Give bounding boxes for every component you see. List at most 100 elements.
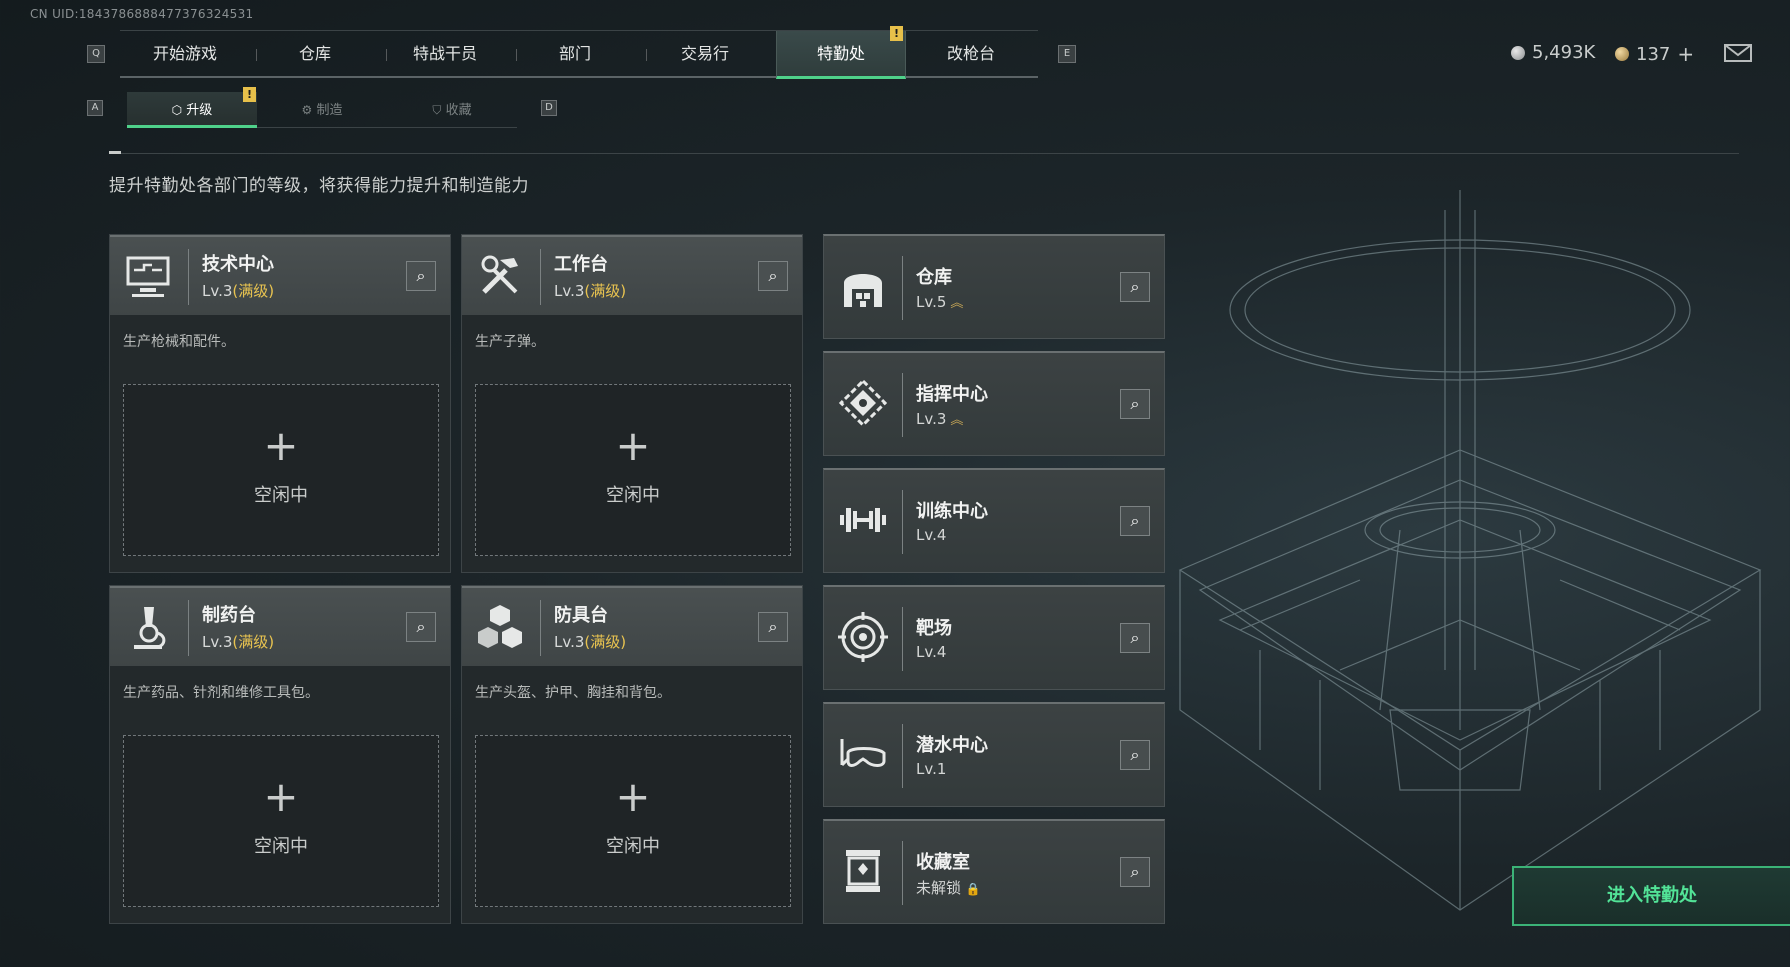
search-button[interactable]: ⌕ bbox=[1120, 506, 1150, 536]
level-max-note: (满级) bbox=[232, 633, 275, 651]
search-button[interactable]: ⌕ bbox=[1120, 740, 1150, 770]
collection-icon: ⛉ bbox=[432, 103, 442, 117]
production-slot[interactable]: + 空闲中 bbox=[475, 735, 791, 907]
card-level: Lv.3(满级) bbox=[202, 280, 274, 301]
header-divider bbox=[188, 249, 189, 305]
tab-operators[interactable]: 特战干员 bbox=[380, 31, 510, 77]
search-icon: ⌕ bbox=[1130, 394, 1140, 413]
microscope-icon bbox=[134, 607, 166, 649]
level-value: Lv.3 bbox=[554, 633, 585, 651]
sub-nav-bar: ⬡ 升级 ⚙ 制造 ⛉ 收藏 bbox=[127, 92, 517, 128]
facility-level: Lv.4 bbox=[916, 526, 947, 544]
gold-amount: 137 bbox=[1636, 43, 1671, 65]
search-button[interactable]: ⌕ bbox=[1120, 389, 1150, 419]
card-title: 技术中心 bbox=[202, 254, 274, 275]
tab-craft-label: 制造 bbox=[316, 103, 343, 118]
card-level: Lv.3(满级) bbox=[202, 631, 274, 652]
nav-next-key-hint[interactable]: E bbox=[1058, 45, 1076, 63]
facility-command-center[interactable]: 指挥中心 Lv.3 ︽ ⌕ bbox=[823, 351, 1165, 456]
production-slot[interactable]: + 空闲中 bbox=[475, 384, 791, 556]
search-icon: ⌕ bbox=[1130, 862, 1140, 881]
subnav-next-key-hint[interactable]: D bbox=[541, 100, 557, 116]
level-value: Lv.3 bbox=[554, 282, 585, 300]
tab-gunsmith[interactable]: 改枪台 bbox=[906, 31, 1036, 77]
header-divider bbox=[902, 841, 903, 905]
facility-level: Lv.1 bbox=[916, 760, 947, 778]
cubes-icon bbox=[478, 605, 522, 648]
add-icon: + bbox=[263, 772, 299, 821]
command-icon bbox=[838, 378, 888, 428]
facility-diving-center[interactable]: 潜水中心 Lv.1 ⌕ bbox=[823, 702, 1165, 807]
subnav-prev-key-hint[interactable]: A bbox=[87, 100, 103, 116]
silver-currency: 5,493K bbox=[1511, 42, 1595, 63]
tab-trading[interactable]: 交易行 bbox=[640, 31, 770, 77]
diving-mask-icon bbox=[840, 739, 886, 767]
facility-level: 未解锁 🔒 bbox=[916, 877, 981, 898]
enter-special-ops-button[interactable]: 进入特勤处 bbox=[1512, 866, 1790, 926]
special-ops-alert-badge: ! bbox=[890, 26, 903, 41]
production-card-pharmacy: 制药台 Lv.3(满级) ⌕ 生产药品、针剂和维修工具包。 + 空闲中 bbox=[109, 585, 451, 924]
card-header: 技术中心 Lv.3(满级) ⌕ bbox=[110, 235, 450, 315]
level-value: Lv.3 bbox=[202, 633, 233, 651]
facility-shooting-range[interactable]: 靶场 Lv.4 ⌕ bbox=[823, 585, 1165, 690]
upgrade-icon: ⬡ bbox=[171, 103, 183, 117]
tab-special-ops[interactable]: 特勤处 bbox=[776, 31, 906, 79]
nav-prev-key-hint[interactable]: Q bbox=[87, 45, 105, 63]
dumbbell-icon bbox=[840, 508, 886, 532]
locked-status: 未解锁 bbox=[916, 879, 962, 897]
upgrade-available-icon: ︽ bbox=[950, 413, 964, 428]
card-title: 防具台 bbox=[554, 605, 608, 626]
add-icon: + bbox=[615, 421, 651, 470]
facility-warehouse[interactable]: 仓库 Lv.5 ︽ ⌕ bbox=[823, 234, 1165, 339]
mail-icon[interactable] bbox=[1724, 44, 1752, 62]
search-icon: ⌕ bbox=[1130, 745, 1140, 764]
search-button[interactable]: ⌕ bbox=[1120, 272, 1150, 302]
card-description: 生产枪械和配件。 bbox=[123, 334, 235, 350]
search-icon: ⌕ bbox=[416, 266, 426, 285]
page-description: 提升特勤处各部门的等级，将获得能力提升和制造能力 bbox=[109, 176, 529, 196]
search-icon: ⌕ bbox=[1130, 511, 1140, 530]
search-button[interactable]: ⌕ bbox=[758, 612, 788, 642]
search-icon: ⌕ bbox=[1130, 277, 1140, 296]
search-icon: ⌕ bbox=[768, 617, 778, 636]
tab-upgrade-label: 升级 bbox=[186, 103, 213, 118]
facility-title: 指挥中心 bbox=[916, 384, 988, 405]
slot-status: 空闲中 bbox=[606, 485, 660, 506]
header-divider bbox=[902, 490, 903, 554]
header-divider bbox=[902, 256, 903, 320]
production-slot[interactable]: + 空闲中 bbox=[123, 384, 439, 556]
search-icon: ⌕ bbox=[768, 266, 778, 285]
production-card-workbench: 工作台 Lv.3(满级) ⌕ 生产子弹。 + 空闲中 bbox=[461, 234, 803, 573]
level-value: Lv.3 bbox=[202, 282, 233, 300]
search-icon: ⌕ bbox=[416, 617, 426, 636]
facility-collection-room[interactable]: 收藏室 未解锁 🔒 ⌕ bbox=[823, 819, 1165, 924]
lock-icon: 🔒 bbox=[965, 882, 981, 896]
production-slot[interactable]: + 空闲中 bbox=[123, 735, 439, 907]
silver-amount: 5,493K bbox=[1532, 42, 1596, 63]
computer-icon bbox=[126, 256, 170, 297]
tab-warehouse[interactable]: 仓库 bbox=[250, 31, 380, 77]
search-button[interactable]: ⌕ bbox=[758, 261, 788, 291]
search-button[interactable]: ⌕ bbox=[1120, 623, 1150, 653]
tab-upgrade[interactable]: ⬡ 升级 bbox=[127, 92, 257, 128]
slot-status: 空闲中 bbox=[606, 836, 660, 857]
facility-training-center[interactable]: 训练中心 Lv.4 ⌕ bbox=[823, 468, 1165, 573]
player-uid: CN UID:1843786888477376324531 bbox=[30, 7, 254, 21]
level-max-note: (满级) bbox=[584, 633, 627, 651]
card-header: 工作台 Lv.3(满级) ⌕ bbox=[462, 235, 802, 315]
gold-add-button[interactable]: + bbox=[1677, 42, 1694, 66]
tab-department[interactable]: 部门 bbox=[510, 31, 640, 77]
card-level: Lv.3(满级) bbox=[554, 280, 626, 301]
tab-craft[interactable]: ⚙ 制造 bbox=[257, 92, 387, 128]
tab-collection[interactable]: ⛉ 收藏 bbox=[387, 92, 517, 128]
facility-title: 靶场 bbox=[916, 618, 952, 639]
header-divider bbox=[540, 600, 541, 656]
tab-start-game[interactable]: 开始游戏 bbox=[120, 31, 250, 77]
tools-icon bbox=[481, 255, 518, 294]
search-button[interactable]: ⌕ bbox=[406, 261, 436, 291]
search-button[interactable]: ⌕ bbox=[406, 612, 436, 642]
search-button[interactable]: ⌕ bbox=[1120, 857, 1150, 887]
header-divider bbox=[188, 600, 189, 656]
facility-title: 收藏室 bbox=[916, 852, 970, 873]
display-case-icon bbox=[846, 850, 880, 892]
